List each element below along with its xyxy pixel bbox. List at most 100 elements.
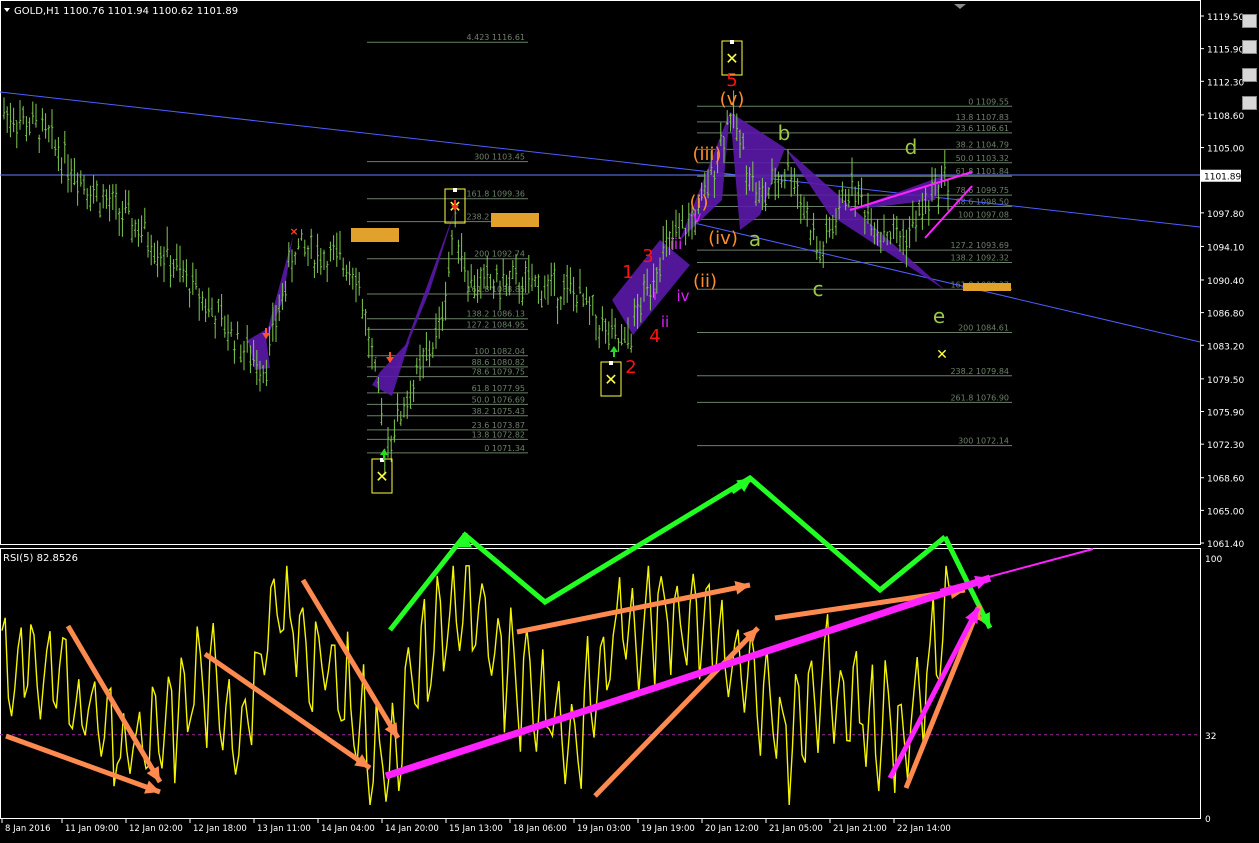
fib1-label: 4.423 1116.61 (466, 33, 525, 42)
time-axis-label: 14 Jan 20:00 (385, 824, 439, 834)
wave-label: v (693, 208, 702, 226)
time-axis-label: 19 Jan 19:00 (641, 824, 695, 834)
price-axis-label: 1105.00 (1207, 145, 1244, 155)
fib2-label: 50.0 1103.32 (956, 154, 1009, 163)
fib2-label: 138.2 1092.32 (950, 254, 1009, 263)
orange-arrow (516, 582, 751, 635)
wave-label: (iv) (708, 228, 738, 249)
gold-zone (491, 213, 539, 227)
wave-label: (ii) (693, 271, 717, 292)
fib2-label: 127.2 1093.69 (950, 241, 1009, 250)
x-marker-icon: ✕ (375, 467, 388, 486)
wave-label: 3 (642, 246, 653, 267)
one-click-trading-icon[interactable] (954, 4, 966, 9)
rsi-axis-label: 0 (1205, 815, 1211, 825)
price-axis-label: 1065.00 (1207, 507, 1244, 517)
rsi-axis-label: 100 (1205, 555, 1222, 565)
gold-zone (351, 228, 399, 242)
wave-label: i (653, 286, 657, 304)
x-marker-icon: ✕ (936, 347, 948, 363)
gold-zone (963, 283, 1011, 291)
toolbar-folder-icon[interactable] (1242, 14, 1257, 28)
channel-lines (0, 91, 1201, 343)
price-axis-label: 1090.40 (1207, 277, 1244, 287)
time-axis-label: 11 Jan 09:00 (65, 824, 119, 834)
wave-label: iv (676, 287, 689, 305)
price-axis-label: 1079.50 (1207, 376, 1244, 386)
marker-anchor (609, 361, 613, 365)
x-marker-icon: ✕ (725, 49, 738, 68)
rsi-line (1, 565, 950, 806)
wave-label: e (933, 304, 945, 328)
price-axis-label: 1068.60 (1207, 475, 1244, 485)
wave-label: 2 (625, 357, 636, 378)
fib1-label: 161.8 1088.85 (466, 285, 525, 294)
wave-label: iii (670, 235, 683, 253)
fib2-label: 238.2 1079.84 (950, 367, 1009, 376)
price-axis-label: 1112.30 (1207, 78, 1244, 88)
fib2-label: 78.6 1099.75 (956, 186, 1009, 195)
magenta-arrow (384, 574, 992, 780)
time-axis-label: 18 Jan 06:00 (513, 824, 567, 834)
wave-label: a (749, 227, 761, 251)
axes: 1119.50 1115.90 1112.30 1108.60 1105.00 1097.… (1, 13, 1244, 834)
price-axis-label: 1072.30 (1207, 441, 1244, 451)
fib1-label: 300 1103.45 (474, 153, 525, 162)
fib2-label: 261.8 1076.90 (950, 393, 1009, 402)
x-marker-icon: × (289, 225, 298, 238)
fib1-label: 200 1092.74 (474, 250, 525, 259)
orange-arrow (65, 624, 163, 784)
fib2-label: 23.6 1106.61 (956, 124, 1009, 133)
fib1-label: 100 1082.04 (474, 347, 525, 356)
fib2-label: 88.6 1098.50 (956, 197, 1009, 206)
gold-h1-chart[interactable]: GOLD,H1 1100.76 1101.94 1100.62 1101.89 … (0, 0, 1259, 839)
wave-label: ii (661, 313, 669, 331)
fib1-label: 78.6 1079.75 (472, 368, 525, 377)
fib2-label: 38.2 1104.79 (956, 140, 1009, 149)
time-axis-label: 21 Jan 05:00 (769, 824, 823, 834)
time-axis-label: 20 Jan 12:00 (705, 824, 759, 834)
time-axis-label: 12 Jan 02:00 (129, 824, 183, 834)
fib1-label: 38.2 1075.43 (472, 407, 525, 416)
fib2-label: 200 1084.61 (958, 323, 1009, 332)
rsi-title: RSI(5) 82.8526 (3, 553, 78, 564)
fib2-label: 0 1109.55 (968, 97, 1009, 106)
fib1-label: 138.2 1086.13 (466, 310, 525, 319)
fib2-label: 13.8 1107.83 (956, 113, 1009, 122)
symbol-dropdown-icon[interactable] (4, 8, 10, 12)
wave-label: d (905, 135, 918, 159)
wave-label: (iii) (692, 144, 721, 165)
toolbar-book-icon[interactable] (1242, 96, 1257, 110)
fib1-label: 61.8 1077.95 (472, 384, 525, 393)
toolbar-window-icon[interactable] (1242, 68, 1257, 82)
marker-anchor (730, 40, 734, 44)
price-axis-label: 1086.80 (1207, 310, 1244, 320)
rsi-layer (0, 565, 1200, 806)
time-axis-label: 13 Jan 11:00 (257, 824, 311, 834)
toolbar-list-icon[interactable] (1242, 40, 1257, 54)
orange-arrow (593, 626, 760, 798)
time-axis-label: 14 Jan 04:00 (321, 824, 375, 834)
chart-area[interactable]: GOLD,H1 1100.76 1101.94 1100.62 1101.89 … (0, 0, 1259, 839)
price-axis-label: 1108.60 (1207, 112, 1244, 122)
rsi-axis-label: 32 (1205, 732, 1216, 742)
time-axis-label: 21 Jan 21:00 (833, 824, 887, 834)
fib1-label: 161.8 1099.36 (466, 190, 525, 199)
price-axis-label: 1119.50 (1207, 13, 1244, 23)
wave-label: c (813, 277, 824, 301)
upper-trend-line (0, 91, 1201, 228)
time-axis-label: 12 Jan 18:00 (193, 824, 247, 834)
fibonacci-layer: 4.423 1116.61300 1103.45161.8 1099.36238… (367, 33, 1012, 454)
x-marker-icon: ✕ (604, 370, 617, 389)
time-axis-label: 15 Jan 13:00 (449, 824, 503, 834)
wave-label: 4 (649, 326, 660, 347)
green-up-arrow-head (380, 449, 388, 455)
wave-label: (v) (720, 89, 745, 110)
symbol-info: GOLD,H1 1100.76 1101.94 1100.62 1101.89 (14, 6, 238, 17)
marker-anchor (453, 188, 457, 192)
chart-overlays: ✕✕✕✕✕× (262, 40, 1011, 494)
candles (2, 90, 950, 476)
fib2-label: 300 1072.14 (958, 437, 1009, 446)
fib1-label: 127.2 1084.95 (466, 320, 525, 329)
pattern-layer (248, 112, 945, 396)
